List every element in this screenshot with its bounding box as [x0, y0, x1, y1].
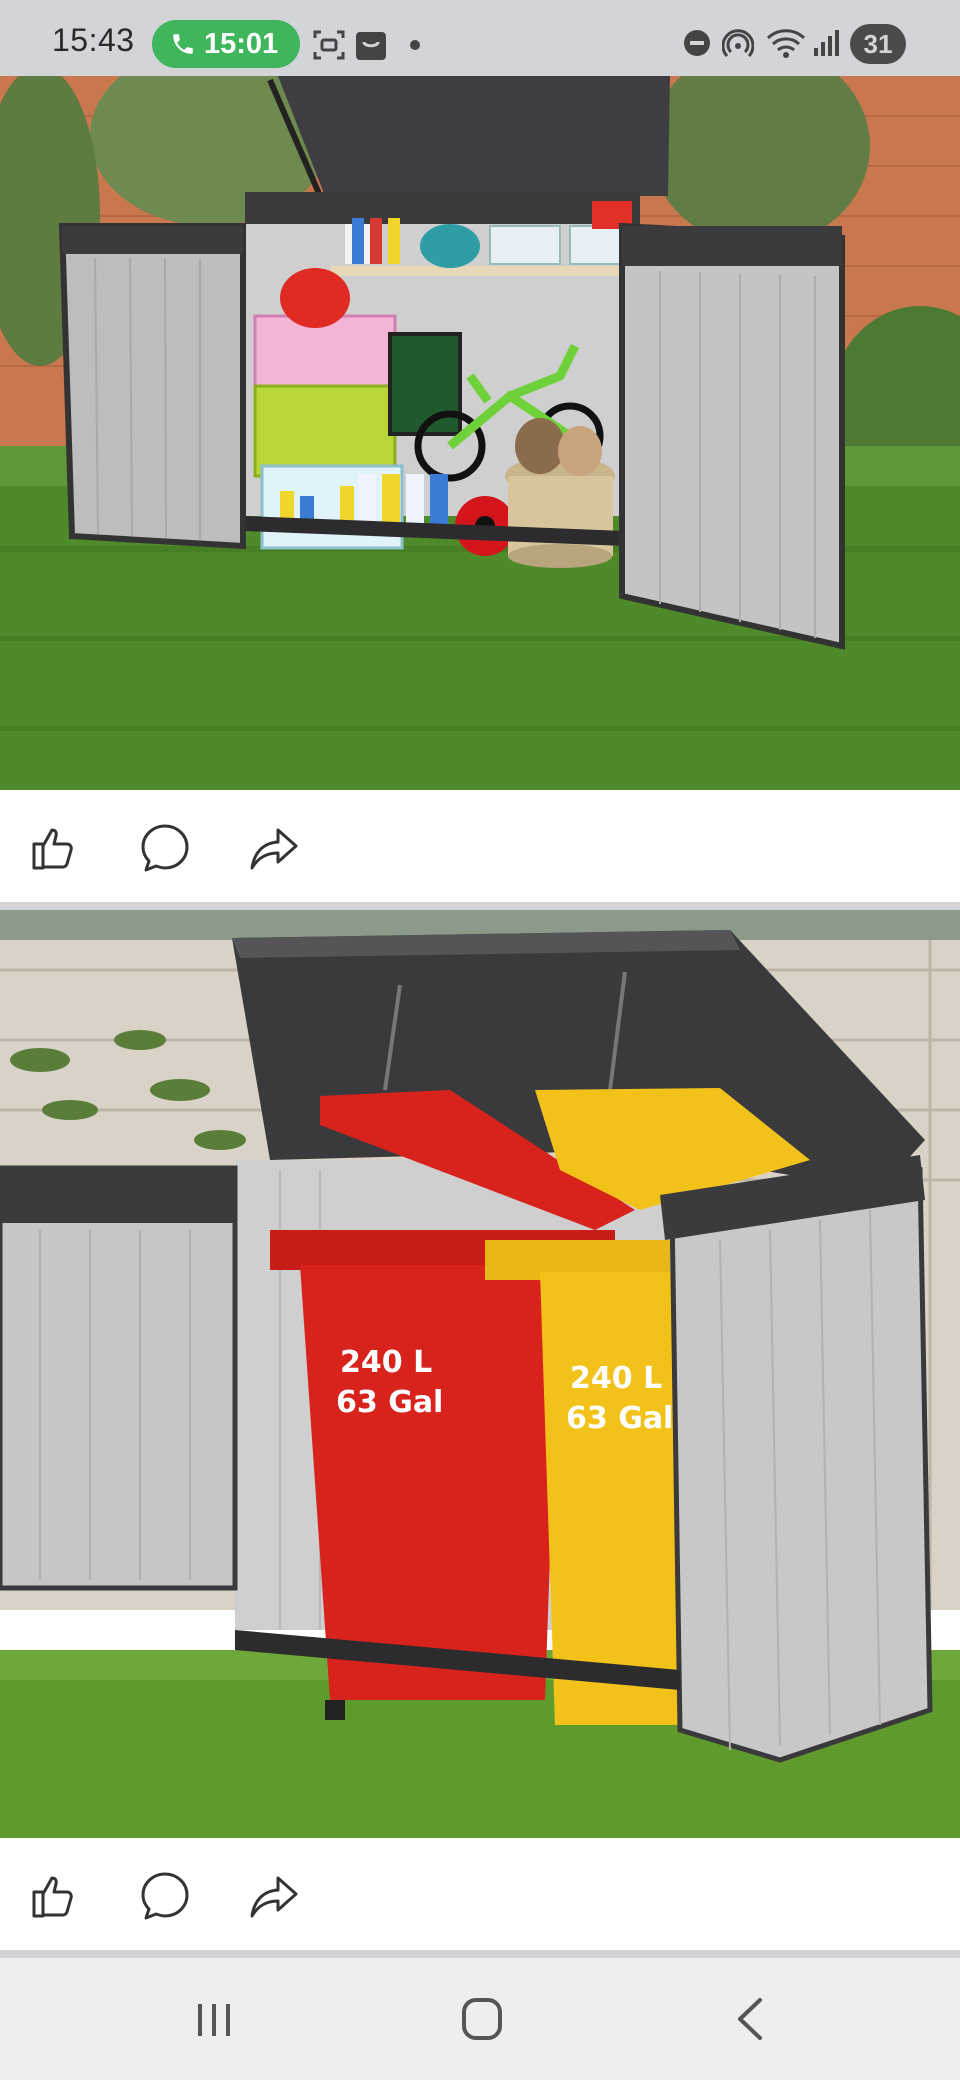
post-image-shed-bins[interactable]: 240 L 63 Gal 240 L 63 Gal [0, 910, 960, 1838]
wifi-icon [766, 29, 806, 58]
comment-icon[interactable] [139, 822, 191, 874]
red-bin-label-capacity: 240 L [340, 1345, 432, 1380]
like-icon[interactable] [28, 1870, 80, 1922]
call-timer: 15:01 [204, 27, 279, 60]
share-icon[interactable] [248, 822, 300, 874]
status-bar: 15:43 15:01 31 [0, 0, 960, 76]
do-not-disturb-icon [684, 30, 710, 56]
notification-dot [410, 40, 420, 50]
battery-icon: 31 [850, 24, 906, 64]
yellow-bin-label-gallons: 63 Gal [566, 1401, 673, 1436]
post-divider [0, 1950, 960, 1958]
hotspot-icon [722, 29, 754, 58]
signal-icon [814, 30, 839, 56]
recent-apps-icon[interactable] [184, 1992, 244, 2046]
like-icon[interactable] [28, 822, 80, 874]
post-divider [0, 902, 960, 910]
post-actions [0, 1838, 960, 1950]
comment-icon[interactable] [139, 1870, 191, 1922]
clock: 15:43 [52, 22, 135, 58]
home-icon[interactable] [452, 1992, 512, 2046]
phone-icon [173, 34, 193, 54]
yellow-bin-label-capacity: 240 L [570, 1361, 662, 1396]
system-navigation-bar [0, 1958, 960, 2080]
red-bin-label-gallons: 63 Gal [336, 1385, 443, 1420]
post-actions [0, 790, 960, 902]
shopping-bag-icon [356, 32, 386, 60]
post-image-shed-toys[interactable] [0, 76, 960, 790]
screenshot-icon [313, 30, 345, 60]
back-icon[interactable] [722, 1992, 782, 2046]
share-icon[interactable] [248, 1870, 300, 1922]
ongoing-call-pill[interactable]: 15:01 [152, 20, 300, 68]
